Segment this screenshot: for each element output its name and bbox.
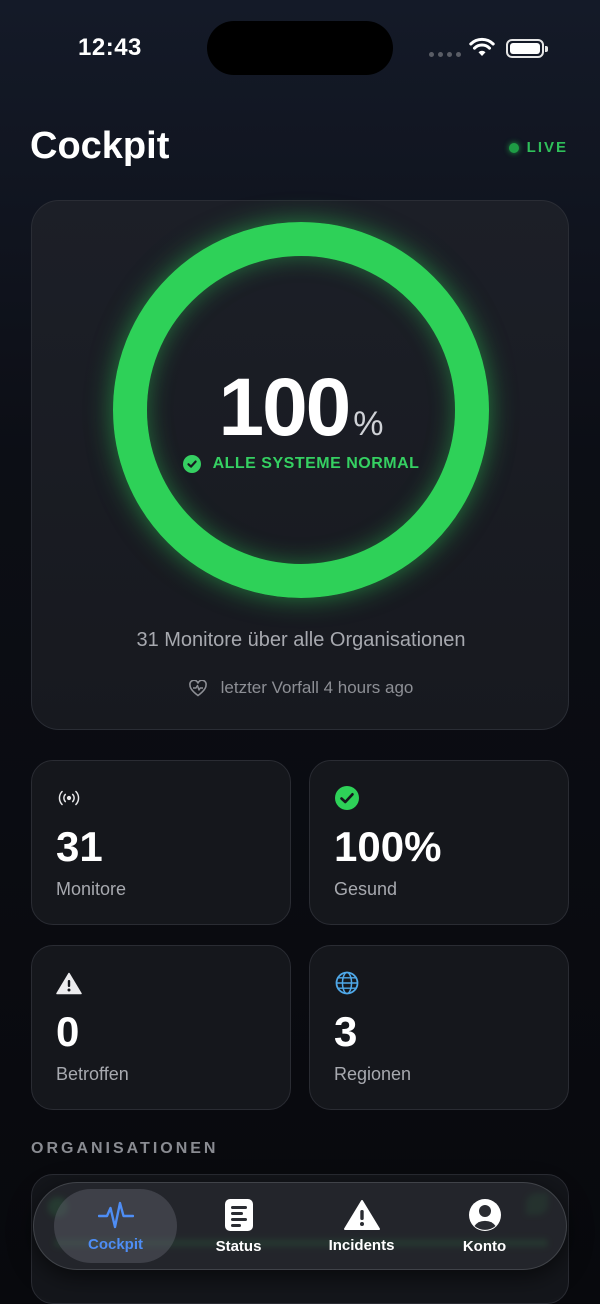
stat-label: Regionen [334,1064,412,1084]
check-circle-icon [334,785,360,811]
stat-value: 100% [334,823,442,870]
stat-value: 0 [56,1008,80,1055]
stat-label: Monitore [56,879,127,899]
stat-card-affected[interactable]: 0 Betroffen [31,945,291,1110]
stat-value: 31 [56,823,103,870]
live-dot-icon [508,142,519,153]
system-status: ALLE SYSTEME NORMAL [32,455,570,473]
check-circle-icon [182,455,201,473]
antenna-icon [56,785,82,811]
last-incident: letzter Vorfall 4 hours ago [32,678,570,698]
document-list-icon [224,1198,253,1231]
status-time: 12:43 [78,34,142,61]
person-circle-icon [468,1198,501,1231]
tab-incidents[interactable]: Incidents [300,1189,423,1263]
battery-icon [506,39,548,58]
pulse-icon [97,1201,134,1228]
stat-card-monitors[interactable]: 31 Monitore [31,760,291,925]
section-title-organisations: ORGANISATIONEN [31,1140,219,1157]
stat-label: Gesund [334,879,398,899]
tab-cockpit[interactable]: Cockpit [54,1189,177,1263]
tab-label: Incidents [328,1236,395,1254]
stat-label: Betroffen [56,1064,129,1084]
last-incident-text: letzter Vorfall 4 hours ago [220,678,414,697]
stat-card-regions[interactable]: 3 Regionen [309,945,569,1110]
page-title: Cockpit [30,125,170,167]
uptime-percentage-value: 100 [218,362,351,453]
tab-label: Status [215,1237,262,1255]
wifi-icon [469,37,495,56]
tab-label: Cockpit [87,1235,143,1253]
warning-triangle-icon [56,970,82,996]
stat-card-healthy[interactable]: 100% Gesund [309,760,569,925]
cellular-signal-icon [429,52,461,57]
warning-triangle-icon [343,1199,380,1230]
monitor-summary: 31 Monitore über alle Organisationen [136,629,466,651]
uptime-percentage: 100% [32,361,570,455]
dynamic-island [207,21,393,75]
heart-pulse-icon [188,679,207,697]
live-label: LIVE [526,139,568,156]
tab-account[interactable]: Konto [423,1189,546,1263]
uptime-hero-card[interactable]: 100% ALLE SYSTEME NORMAL 31 Monitore übe… [31,200,569,730]
status-bar: 12:43 [0,0,600,100]
system-status-text: ALLE SYSTEME NORMAL [212,455,420,472]
tab-status[interactable]: Status [177,1189,300,1263]
globe-icon [334,970,360,996]
live-indicator: LIVE [508,139,568,156]
tab-bar: Cockpit Status Incidents Konto [33,1182,567,1270]
tab-label: Konto [462,1237,507,1255]
stat-value: 3 [334,1008,358,1055]
uptime-percentage-unit: % [353,405,384,443]
